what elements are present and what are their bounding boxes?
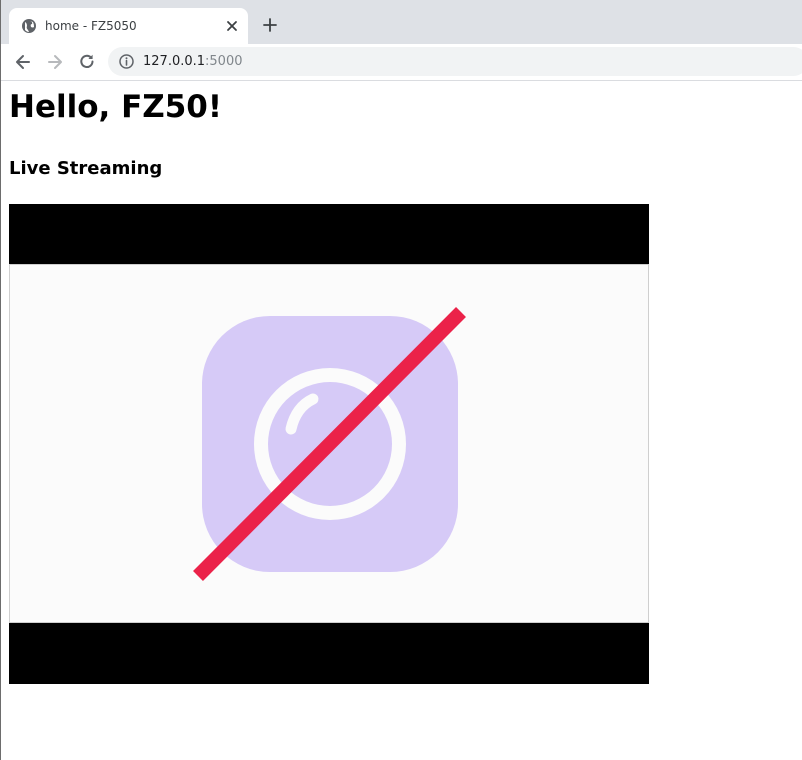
url-port: :5000 — [205, 54, 243, 69]
window-border — [0, 0, 1, 760]
page-content: Hello, FZ50! Live Streaming — [0, 81, 802, 760]
reload-icon[interactable] — [77, 52, 97, 72]
back-arrow-icon[interactable] — [13, 52, 33, 72]
section-heading: Live Streaming — [9, 158, 163, 179]
close-tab-icon[interactable] — [224, 18, 240, 34]
forward-arrow-icon[interactable] — [45, 52, 65, 72]
new-tab-icon[interactable] — [262, 17, 278, 33]
site-info-icon[interactable] — [118, 53, 135, 70]
live-stream-video — [9, 204, 649, 684]
url-host: 127.0.0.1 — [143, 54, 206, 69]
page-heading: Hello, FZ50! — [9, 89, 223, 125]
globe-icon — [22, 19, 36, 33]
url-text[interactable]: 127.0.0.1:5000 — [143, 54, 243, 69]
tab-title: home - FZ5050 — [45, 19, 137, 33]
stream-placeholder — [9, 264, 649, 623]
address-bar[interactable]: 127.0.0.1:5000 — [108, 47, 802, 76]
tab-home[interactable]: home - FZ5050 — [9, 8, 248, 44]
browser-toolbar: 127.0.0.1:5000 — [0, 44, 802, 81]
tab-strip: home - FZ5050 — [0, 0, 802, 44]
no-camera-icon — [193, 307, 466, 581]
